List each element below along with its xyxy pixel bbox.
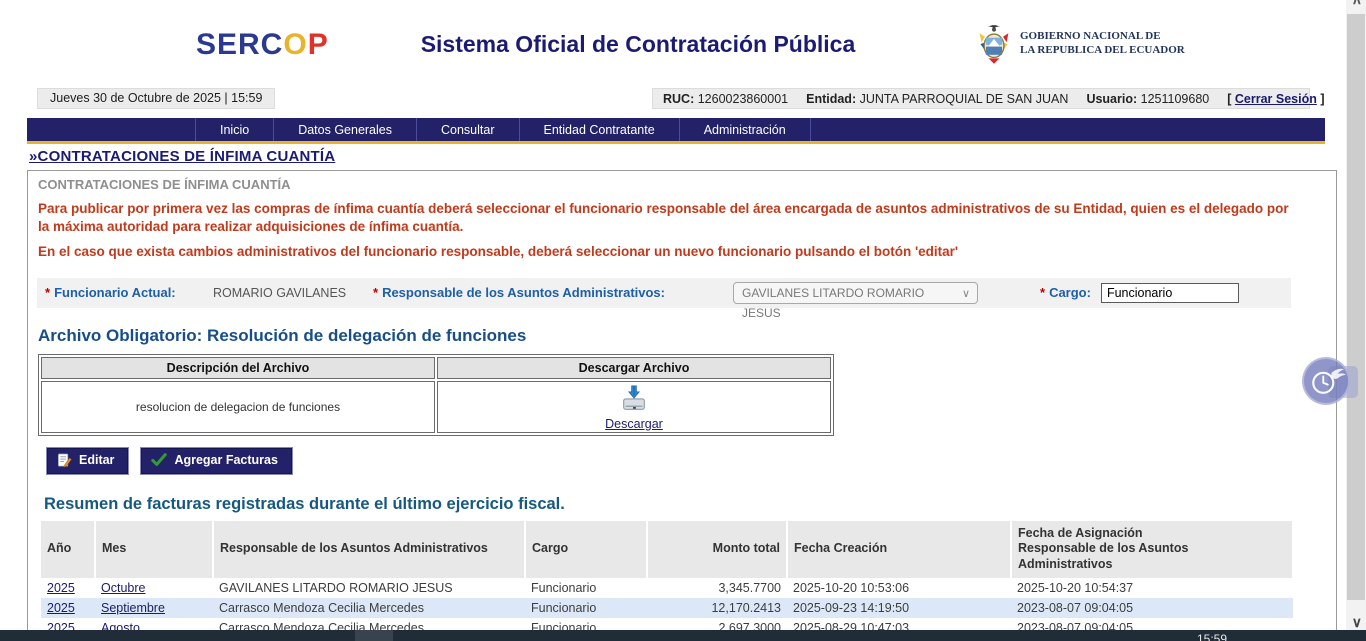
month-link[interactable]: Septiembre xyxy=(101,601,165,615)
nav-item-datos-generales[interactable]: Datos Generales xyxy=(273,118,416,141)
table-row: 2025 Septiembre Carrasco Mendoza Cecilia M… xyxy=(41,598,1293,618)
instruction-paragraph-1: Para publicar por primera vez las compra… xyxy=(38,200,1291,235)
download-link[interactable]: Descargar xyxy=(438,417,830,431)
cargo-label: Cargo: xyxy=(1049,285,1091,300)
taskbar[interactable]: 15:59 xyxy=(0,630,1366,641)
ruc-label: RUC: xyxy=(663,92,694,106)
column-header: Cargo xyxy=(525,521,647,578)
winged-clock-icon xyxy=(1306,361,1346,401)
column-header: Monto total xyxy=(647,521,787,578)
resumen-heading: Resumen de facturas registradas durante … xyxy=(44,495,1336,514)
table-row: 2025 Octubre GAVILANES LITARDO ROMARIO JES… xyxy=(41,578,1293,598)
column-header-descargar: Descargar Archivo xyxy=(437,357,831,379)
year-link[interactable]: 2025 xyxy=(47,581,75,595)
taskbar-clock: 15:59 xyxy=(1197,632,1227,641)
column-header: Fecha Creación xyxy=(787,521,1011,578)
column-header: Año xyxy=(41,521,95,578)
floating-clock-widget[interactable] xyxy=(1302,357,1356,407)
cargo-cell: Funcionario xyxy=(525,578,647,598)
nav-accent-bar xyxy=(27,141,1325,144)
logo-text-blue: SERC xyxy=(196,28,283,61)
responsible-officer-form: * Funcionario Actual: ROMARIO GAVILANES … xyxy=(37,278,1291,308)
column-header: Responsable de los Asuntos Administrativ… xyxy=(213,521,525,578)
file-table: Descripción del Archivo Descargar Archiv… xyxy=(38,354,834,436)
entidad-label: Entidad: xyxy=(806,92,856,106)
agregar-facturas-button[interactable]: Agregar Facturas xyxy=(141,448,292,474)
ecuador-coat-of-arms-icon xyxy=(976,22,1012,66)
chevron-down-icon: ∨ xyxy=(962,284,970,304)
editar-button[interactable]: Editar xyxy=(47,448,128,474)
column-header: Fecha de Asignación Responsable de los A… xyxy=(1011,521,1293,578)
editar-button-label: Editar xyxy=(79,453,114,467)
page-title: »CONTRATACIONES DE ÍNFIMA CUANTÍA xyxy=(29,148,335,165)
fecha-creacion-cell: 2025-10-20 10:53:06 xyxy=(787,578,1011,598)
bracket-close: ] xyxy=(1320,92,1324,106)
column-header: Mes xyxy=(95,521,213,578)
year-link[interactable]: 2025 xyxy=(47,601,75,615)
responsable-select[interactable]: GAVILANES LITARDO ROMARIO JESUS ∨ xyxy=(733,282,978,304)
scrollbar-thumb[interactable] xyxy=(1347,14,1365,600)
nav-menu: InicioDatos GeneralesConsultarEntidad Co… xyxy=(27,118,1325,141)
monto-cell: 3,345.7700 xyxy=(647,578,787,598)
content-panel: CONTRATACIONES DE ÍNFIMA CUANTÍA Para pu… xyxy=(27,170,1337,641)
archivo-heading: Archivo Obligatorio: Resolución de deleg… xyxy=(38,326,1336,346)
government-logo-text: GOBIERNO NACIONAL DE LA REPUBLICA DEL EC… xyxy=(1020,30,1185,58)
entidad-value: JUNTA PARROQUIAL DE SAN JUAN xyxy=(860,92,1069,106)
funcionario-actual-value: ROMARIO GAVILANES xyxy=(213,286,373,300)
required-marker: * xyxy=(1040,285,1045,300)
logo-text-red: P xyxy=(308,28,329,61)
nav-item-entidad-contratante[interactable]: Entidad Contratante xyxy=(519,118,679,141)
usuario-value: 1251109680 xyxy=(1141,92,1210,106)
page-header-title: Sistema Oficial de Contratación Pública xyxy=(398,31,878,58)
action-buttons: Editar Agregar Facturas xyxy=(47,448,1336,474)
file-row: resolucion de delegacion de funciones De… xyxy=(41,381,831,433)
bracket-open: [ xyxy=(1227,92,1231,106)
widget-circle xyxy=(1302,357,1350,405)
nav-item-administración[interactable]: Administración xyxy=(679,118,811,141)
resumen-header-row: AñoMesResponsable de los Asuntos Adminis… xyxy=(41,521,1293,578)
taskbar-app-segment[interactable] xyxy=(355,630,393,641)
agregar-button-label: Agregar Facturas xyxy=(174,453,278,467)
responsable-label: Responsable de los Asuntos Administrativ… xyxy=(382,285,665,300)
fecha-asignacion-cell: 2023-08-07 09:04:05 xyxy=(1011,598,1293,618)
column-header-descripcion: Descripción del Archivo xyxy=(41,357,435,379)
fecha-creacion-cell: 2025-09-23 14:19:50 xyxy=(787,598,1011,618)
main-navigation: InicioDatos GeneralesConsultarEntidad Co… xyxy=(27,118,1325,141)
funcionario-actual-label: Funcionario Actual: xyxy=(54,285,176,300)
required-marker: * xyxy=(45,285,50,300)
invoices-summary-table: AñoMesResponsable de los Asuntos Adminis… xyxy=(41,521,1294,641)
instruction-paragraph-2: En el caso que exista cambios administra… xyxy=(38,243,1291,261)
cargo-cell: Funcionario xyxy=(525,598,647,618)
scroll-down-arrow-icon[interactable]: ∨ xyxy=(1352,614,1362,631)
checkmark-icon xyxy=(151,453,167,467)
usuario-label: Usuario: xyxy=(1086,92,1137,106)
fecha-asignacion-cell: 2025-10-20 10:54:37 xyxy=(1011,578,1293,598)
session-info-bar: RUC: 1260023860001 Entidad: JUNTA PARROQ… xyxy=(652,88,1310,109)
responsable-cell: Carrasco Mendoza Cecilia Mercedes xyxy=(213,598,525,618)
vertical-scrollbar[interactable]: ∧ ∨ xyxy=(1346,0,1366,641)
file-description: resolucion de delegacion de funciones xyxy=(41,381,435,433)
logout-link[interactable]: Cerrar Sesión xyxy=(1235,92,1317,106)
nav-item-consultar[interactable]: Consultar xyxy=(416,118,519,141)
nav-item-inicio[interactable]: Inicio xyxy=(195,118,273,141)
monto-cell: 12,170.2413 xyxy=(647,598,787,618)
sercop-logo: SERCOP xyxy=(196,28,329,62)
responsable-cell: GAVILANES LITARDO ROMARIO JESUS xyxy=(213,578,525,598)
download-icon[interactable] xyxy=(619,383,649,413)
scroll-up-arrow-icon[interactable]: ∧ xyxy=(1352,0,1362,8)
panel-legend: CONTRATACIONES DE ÍNFIMA CUANTÍA xyxy=(38,177,1336,192)
datetime-display: Jueves 30 de Octubre de 2025 | 15:59 xyxy=(37,88,275,109)
edit-document-icon xyxy=(57,453,72,468)
gov-text-line2: LA REPUBLICA DEL ECUADOR xyxy=(1020,44,1185,58)
gov-text-line1: GOBIERNO NACIONAL DE xyxy=(1020,30,1185,44)
government-logo: GOBIERNO NACIONAL DE LA REPUBLICA DEL EC… xyxy=(976,22,1185,66)
ruc-value: 1260023860001 xyxy=(698,92,788,106)
month-link[interactable]: Octubre xyxy=(101,581,145,595)
cargo-input[interactable] xyxy=(1101,283,1239,303)
required-marker: * xyxy=(373,285,378,300)
responsable-selected-value: GAVILANES LITARDO ROMARIO JESUS xyxy=(742,286,924,320)
logo-text-gold: O xyxy=(283,28,307,61)
